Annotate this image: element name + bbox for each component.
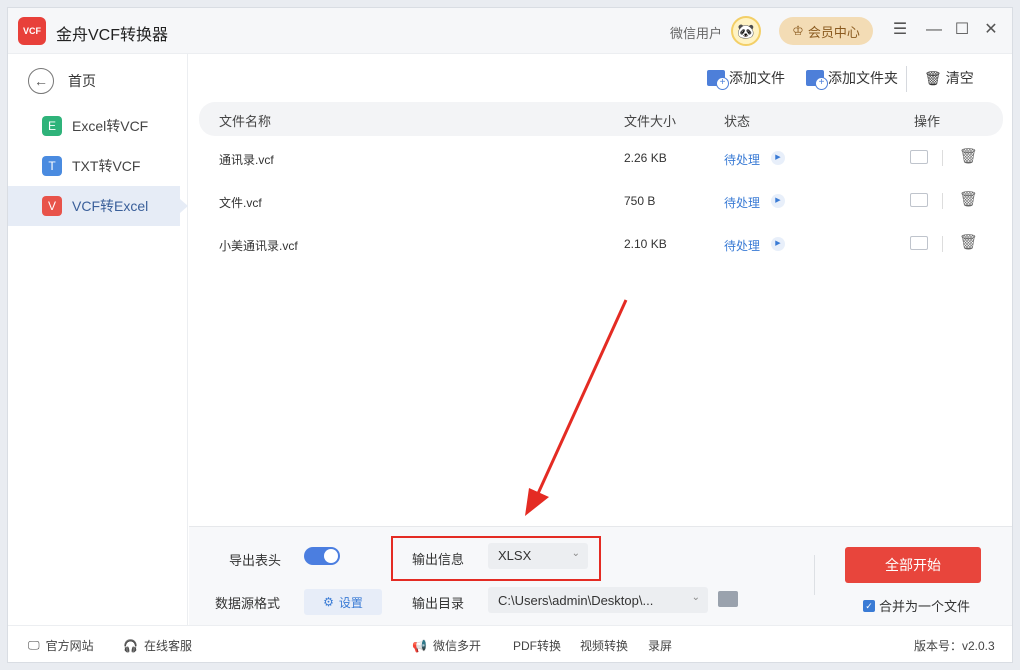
arrow-line bbox=[534, 299, 628, 499]
version-label: 版本号：v2.0.3 bbox=[914, 639, 995, 653]
gear-icon: ⚙ bbox=[323, 595, 334, 609]
monitor-icon: 🖵 bbox=[28, 638, 40, 652]
highlight-box bbox=[391, 536, 601, 581]
official-website-link[interactable]: 🖵 官方网站 bbox=[28, 637, 94, 654]
start-all-button[interactable]: 全部开始 bbox=[845, 547, 981, 583]
output-dir-select[interactable]: C:\Users\admin\Desktop\... ⌄ bbox=[488, 587, 708, 613]
wechat-multi-link[interactable]: 📢 微信多开 bbox=[412, 637, 481, 654]
headset-icon: 🎧 bbox=[123, 638, 138, 653]
output-dir-value: C:\Users\admin\Desktop\... bbox=[498, 593, 654, 608]
browse-folder-icon[interactable] bbox=[718, 591, 738, 607]
status-bar: 🖵 官方网站 🎧 在线客服 📢 微信多开 PDF转换 视频转换 录屏 版本号：v… bbox=[8, 625, 1012, 662]
export-header-toggle[interactable] bbox=[304, 547, 340, 565]
panel-divider bbox=[814, 555, 815, 595]
megaphone-icon: 📢 bbox=[412, 638, 427, 653]
screen-record-link[interactable]: 录屏 bbox=[648, 637, 672, 654]
chevron-down-icon: ⌄ bbox=[691, 592, 700, 603]
data-format-label: 数据源格式 bbox=[215, 596, 281, 611]
video-convert-link[interactable]: 视频转换 bbox=[580, 637, 628, 654]
online-support-link[interactable]: 🎧 在线客服 bbox=[123, 637, 192, 654]
arrow-head bbox=[525, 488, 549, 516]
merge-checkbox[interactable]: ✓ 合并为一个文件 bbox=[863, 596, 970, 615]
output-dir-label: 输出目录 bbox=[412, 596, 465, 611]
official-website-label: 官方网站 bbox=[45, 639, 94, 653]
app-window: VCF 金舟VCF转换器 微信用户 🐼 ♔ 会员中心 ☰ — ☐ ✕ ← 首页 … bbox=[7, 7, 1013, 663]
checkbox-checked-icon: ✓ bbox=[863, 599, 875, 612]
settings-button[interactable]: ⚙ 设置 bbox=[304, 589, 382, 615]
settings-label: 设置 bbox=[338, 595, 363, 610]
wechat-multi-label: 微信多开 bbox=[432, 639, 481, 653]
options-panel: 导出表头 数据源格式 ⚙ 设置 输出信息 XLSX ⌄ 输出目录 C:\User… bbox=[189, 526, 1012, 625]
export-header-label: 导出表头 bbox=[229, 553, 282, 568]
merge-label: 合并为一个文件 bbox=[879, 599, 971, 614]
pdf-convert-link[interactable]: PDF转换 bbox=[513, 637, 561, 654]
online-support-label: 在线客服 bbox=[143, 639, 192, 653]
